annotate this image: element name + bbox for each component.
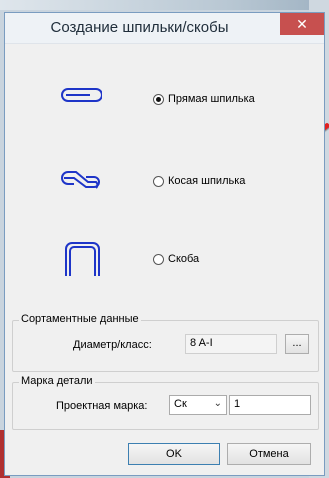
- radio-selected-dot: [156, 96, 161, 102]
- dialog-title: Создание шпильки/скобы: [50, 19, 229, 36]
- mark-number-input[interactable]: 1: [229, 395, 311, 415]
- cancel-button[interactable]: Отмена: [227, 443, 311, 465]
- close-icon: ✕: [296, 16, 308, 32]
- part-mark-group: Марка детали Проектная марка: Ск ⌄ 1: [12, 375, 319, 430]
- diameter-class-field[interactable]: 8 A-I: [185, 334, 277, 354]
- radio-button-oblique[interactable]: [153, 175, 164, 187]
- ok-button[interactable]: OK: [128, 443, 220, 465]
- dialog-titlebar[interactable]: Создание шпильки/скобы ✕: [5, 13, 324, 44]
- radio-label-oblique: Косая шпилька: [168, 175, 246, 187]
- browse-assortment-button[interactable]: ...: [285, 334, 309, 354]
- radio-straight-stud[interactable]: Прямая шпилька: [153, 93, 255, 105]
- diameter-class-label: Диаметр/класс:: [73, 339, 152, 351]
- radio-oblique-stud[interactable]: Косая шпилька: [153, 175, 245, 187]
- assortment-legend: Сортаментные данные: [19, 313, 141, 325]
- mark-prefix-value: Ск: [174, 398, 187, 410]
- create-stud-dialog: Создание шпильки/скобы ✕ Прямая шпилька …: [4, 12, 325, 476]
- straight-stud-icon: [61, 88, 102, 102]
- background-window-strip: [0, 0, 329, 10]
- radio-label-straight: Прямая шпилька: [168, 93, 255, 105]
- design-mark-label: Проектная марка:: [56, 400, 148, 412]
- oblique-stud-icon: [61, 171, 100, 189]
- assortment-data-group: Сортаментные данные Диаметр/класс: 8 A-I…: [12, 313, 319, 372]
- part-mark-legend: Марка детали: [19, 375, 95, 387]
- radio-bracket[interactable]: Скоба: [153, 253, 199, 265]
- bracket-icon: [65, 242, 100, 276]
- radio-button-bracket[interactable]: [153, 253, 164, 265]
- close-button[interactable]: ✕: [280, 13, 324, 35]
- radio-button-straight[interactable]: [153, 93, 164, 105]
- mark-prefix-combobox[interactable]: Ск ⌄: [169, 395, 227, 415]
- radio-label-bracket: Скоба: [168, 253, 200, 265]
- chevron-down-icon[interactable]: ⌄: [214, 398, 222, 409]
